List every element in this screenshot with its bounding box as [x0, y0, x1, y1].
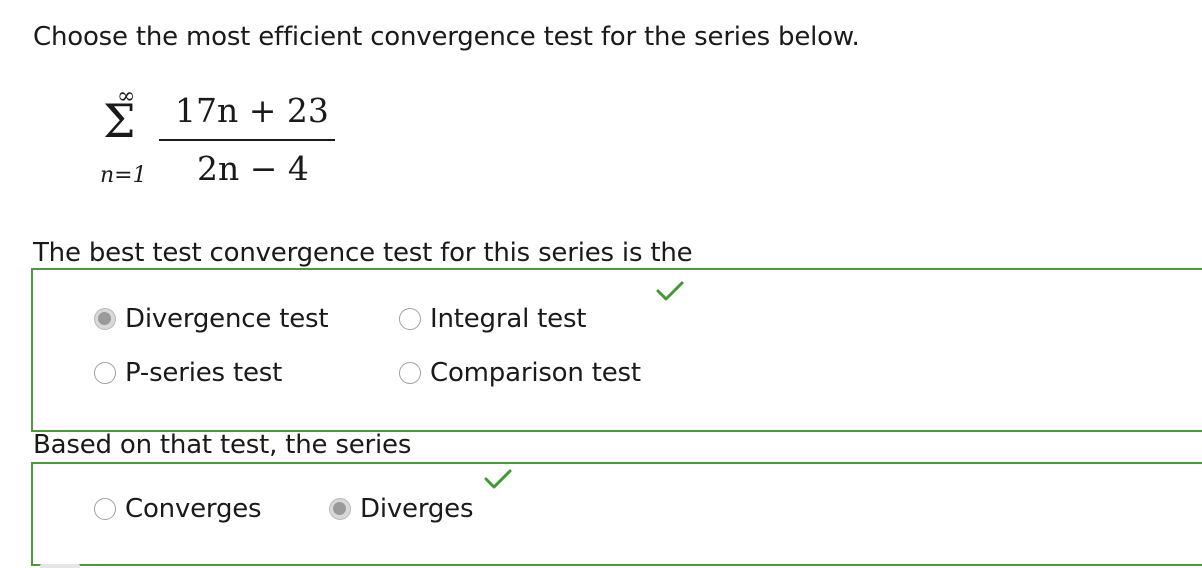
option-converges[interactable]: Converges: [94, 494, 262, 524]
series-formula: ∞ Σ n=1 17n + 23 2n − 4: [97, 86, 357, 206]
fraction-denominator: 2n − 4: [197, 149, 309, 188]
test-answer-box: Divergence test Integral test P-series t…: [31, 268, 1202, 432]
submit-button-edge[interactable]: [40, 564, 80, 568]
sum-lower-limit: n=1: [100, 163, 147, 188]
test-prompt: The best test convergence test for this …: [33, 238, 693, 268]
option-label: Converges: [125, 494, 262, 524]
checkmark-icon: [656, 281, 684, 301]
question-text: Choose the most efficient convergence te…: [33, 22, 860, 52]
sigma-icon: Σ: [103, 94, 136, 148]
radio-converges[interactable]: [94, 498, 116, 520]
result-prompt: Based on that test, the series: [33, 430, 412, 460]
option-label: P-series test: [125, 358, 283, 388]
option-comparison-test[interactable]: Comparison test: [399, 358, 641, 388]
fraction-numerator: 17n + 23: [175, 91, 329, 130]
radio-p-series-test[interactable]: [94, 362, 116, 384]
option-label: Diverges: [360, 494, 474, 524]
checkmark-icon: [484, 469, 512, 489]
option-divergence-test[interactable]: Divergence test: [94, 304, 329, 334]
result-answer-box: Converges Diverges: [31, 462, 1202, 566]
radio-diverges[interactable]: [329, 498, 351, 520]
radio-integral-test[interactable]: [399, 308, 421, 330]
radio-divergence-test[interactable]: [94, 308, 116, 330]
option-p-series-test[interactable]: P-series test: [94, 358, 282, 388]
option-label: Divergence test: [125, 304, 329, 334]
option-integral-test[interactable]: Integral test: [399, 304, 586, 334]
fraction-bar: [159, 139, 335, 141]
radio-comparison-test[interactable]: [399, 362, 421, 384]
option-label: Integral test: [430, 304, 587, 334]
option-diverges[interactable]: Diverges: [329, 494, 474, 524]
question-page: Choose the most efficient convergence te…: [0, 0, 1202, 568]
option-label: Comparison test: [430, 358, 641, 388]
